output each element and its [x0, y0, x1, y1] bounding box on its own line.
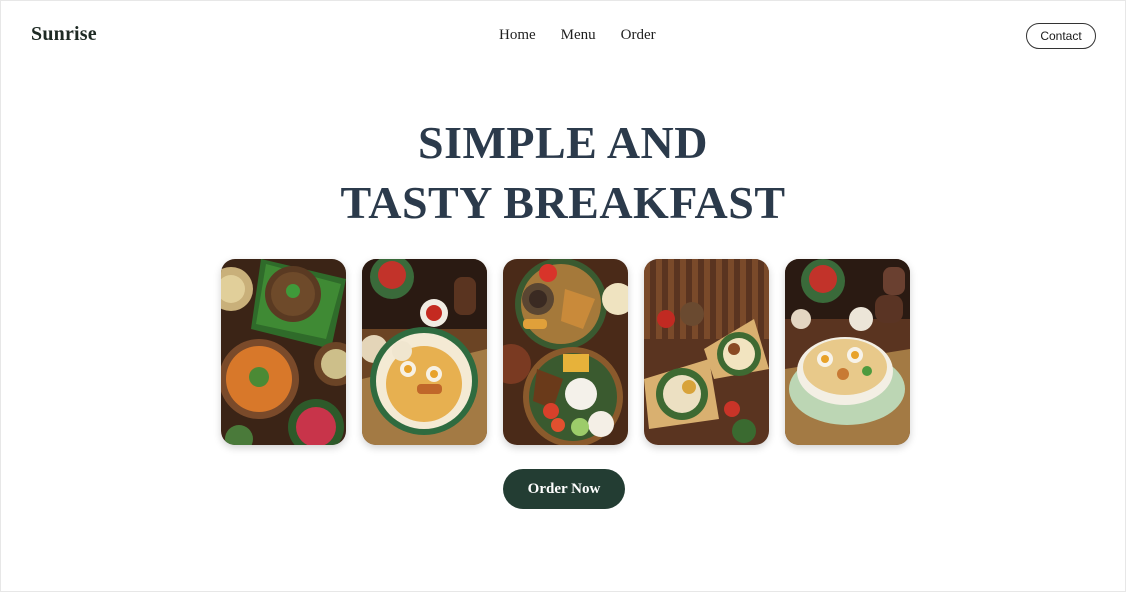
food-gallery	[221, 259, 910, 445]
hero-title-line-1: SIMPLE AND	[418, 117, 708, 168]
nav-home-link[interactable]: Home	[499, 27, 536, 44]
food-photo-4	[644, 259, 769, 445]
main-nav: Home Menu Order	[499, 27, 656, 44]
nav-menu-link[interactable]: Menu	[561, 27, 596, 44]
brand-logo[interactable]: Sunrise	[31, 23, 97, 46]
food-photo-3	[503, 259, 628, 445]
order-now-button[interactable]: Order Now	[503, 469, 625, 509]
food-photo-1	[221, 259, 346, 445]
food-photo-2	[362, 259, 487, 445]
hero-title-line-2: TASTY BREAKFAST	[340, 177, 786, 228]
nav-order-link[interactable]: Order	[621, 27, 656, 44]
contact-button[interactable]: Contact	[1026, 23, 1096, 49]
food-photo-5	[785, 259, 910, 445]
